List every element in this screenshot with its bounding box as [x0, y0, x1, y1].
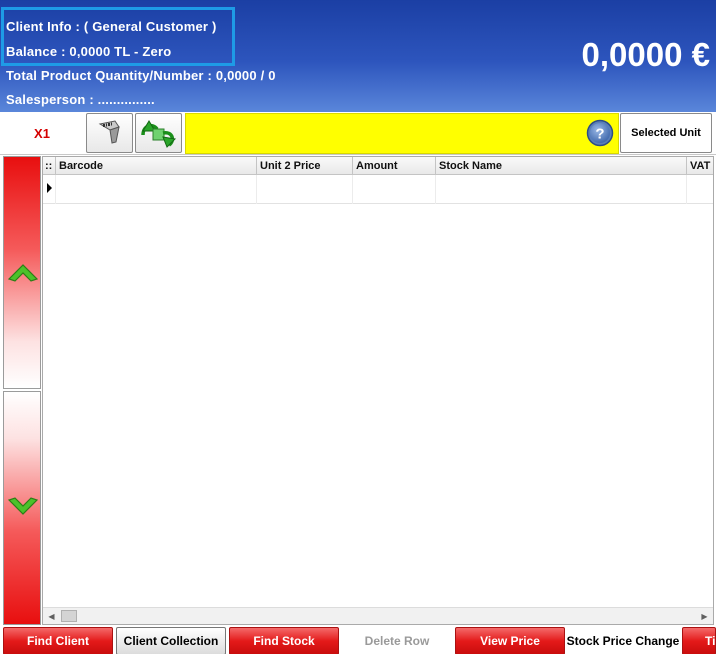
find-stock-button[interactable]: Find Stock — [229, 627, 339, 654]
column-header-barcode[interactable]: Barcode — [56, 157, 257, 175]
chevron-up-icon — [7, 264, 39, 282]
svg-text:?: ? — [595, 126, 604, 143]
barcode-scanner-button[interactable] — [86, 113, 133, 153]
horizontal-scrollbar[interactable]: ◀ ▶ — [43, 607, 713, 624]
scroll-down-button[interactable] — [3, 391, 41, 625]
refresh-button[interactable] — [135, 113, 182, 153]
truncated-action-button[interactable]: Ti — [682, 627, 716, 654]
grid-header: :: Barcode Unit 2 Price Amount Stock Nam… — [43, 157, 713, 175]
client-info[interactable]: Client Info : ( General Customer ) — [6, 19, 216, 34]
sales-grid[interactable]: :: Barcode Unit 2 Price Amount Stock Nam… — [42, 156, 714, 625]
chevron-down-icon — [7, 497, 39, 515]
barcode-scanner-icon — [98, 120, 120, 144]
cell-unit-price[interactable] — [257, 175, 353, 204]
table-row[interactable] — [43, 175, 713, 204]
total-amount: 0,0000 € — [581, 36, 710, 73]
client-collection-button[interactable]: Client Collection — [116, 627, 226, 654]
view-price-button[interactable]: View Price — [455, 627, 565, 654]
salesperson-text[interactable]: Salesperson : ............... — [6, 92, 155, 107]
cell-stock-name[interactable] — [436, 175, 687, 204]
help-icon[interactable]: ? — [586, 119, 614, 147]
column-header-unit-price[interactable]: Unit 2 Price — [257, 157, 353, 175]
selected-unit-button[interactable]: Selected Unit — [620, 113, 712, 153]
pos-sales-screen: Client Info : ( General Customer ) Balan… — [0, 0, 716, 654]
column-header-stock-name[interactable]: Stock Name — [436, 157, 687, 175]
scroll-right-arrow-icon[interactable]: ▶ — [696, 608, 713, 624]
cell-amount[interactable] — [353, 175, 436, 204]
scroll-up-button[interactable] — [3, 156, 41, 389]
current-row-arrow-icon — [47, 183, 52, 193]
balance-text: Balance : 0,0000 TL - Zero — [6, 44, 172, 59]
scrollbar-thumb[interactable] — [61, 610, 77, 622]
column-header-amount[interactable]: Amount — [353, 157, 436, 175]
refresh-arrows-icon — [140, 120, 176, 148]
grid-corner: :: — [43, 157, 56, 175]
row-indicator-cell — [43, 175, 56, 204]
barcode-input[interactable] — [185, 113, 619, 154]
total-quantity-text: Total Product Quantity/Number : 0,0000 /… — [6, 68, 276, 83]
find-client-button[interactable]: Find Client — [3, 627, 113, 654]
cell-vat[interactable] — [687, 175, 713, 204]
stock-price-change-button[interactable]: Stock Price Change — [566, 627, 680, 654]
delete-row-button[interactable]: Delete Row — [342, 627, 452, 654]
column-header-vat[interactable]: VAT — [687, 157, 713, 175]
bottom-action-bar: Find Client Client Collection Find Stock… — [0, 626, 716, 654]
cell-barcode[interactable] — [56, 175, 257, 204]
quantity-multiplier[interactable]: X1 — [0, 112, 86, 155]
header-panel: Client Info : ( General Customer ) Balan… — [0, 0, 716, 112]
scroll-left-arrow-icon[interactable]: ◀ — [43, 608, 60, 624]
